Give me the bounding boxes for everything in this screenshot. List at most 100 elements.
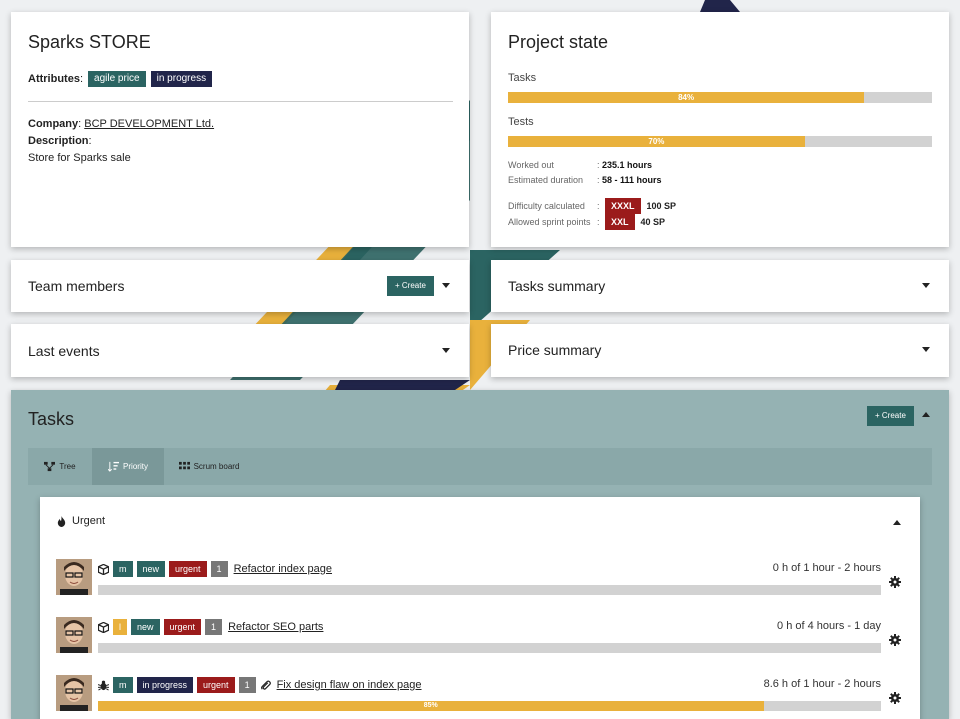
tasks-create-label: Create xyxy=(881,411,906,420)
company-label: Company xyxy=(28,118,79,130)
task-hours: 0 h of 4 hours - 1 day xyxy=(777,620,881,632)
price-summary-panel[interactable]: Price summary xyxy=(491,324,949,377)
task-row[interactable]: m new urgent 1 Refactor index page 0 h o… xyxy=(56,559,906,599)
urgent-group-header[interactable]: Urgent xyxy=(56,515,105,527)
tab-priority[interactable]: Priority xyxy=(92,448,164,485)
tabs-bar: Tree Priority Scrum board xyxy=(28,448,932,485)
size-badge: l xyxy=(113,619,127,635)
tasks-summary-panel[interactable]: Tasks summary xyxy=(491,260,949,312)
sort-icon xyxy=(108,461,120,472)
task-title-link[interactable]: Refactor SEO parts xyxy=(228,621,323,633)
task-row[interactable]: l new urgent 1 Refactor SEO parts 0 h of… xyxy=(56,617,906,657)
estimated-duration-colon: : xyxy=(597,175,600,185)
company-row: Company: BCP DEVELOPMENT Ltd. xyxy=(28,118,215,130)
attribute-badge-in-progress: in progress xyxy=(150,71,213,87)
sprint-points-colon: : xyxy=(597,217,600,227)
tab-scrum-board[interactable]: Scrum board xyxy=(164,448,254,485)
task-progress-bar: 85% xyxy=(98,701,881,711)
avatar xyxy=(56,559,92,595)
price-summary-title: Price summary xyxy=(508,342,602,358)
tasks-summary-title: Tasks summary xyxy=(508,278,606,294)
tests-progress-label: Tests xyxy=(508,116,534,128)
bug-icon xyxy=(98,680,109,691)
divider xyxy=(28,101,453,102)
task-progress-bar xyxy=(98,643,881,653)
priority-badge: urgent xyxy=(197,677,235,693)
worked-out-label: Worked out xyxy=(508,160,554,170)
chevron-down-icon[interactable] xyxy=(442,283,450,288)
avatar xyxy=(56,617,92,653)
worked-out-value: 235.1 hours xyxy=(602,160,653,170)
paperclip-icon xyxy=(260,680,271,690)
company-link[interactable]: BCP DEVELOPMENT Ltd. xyxy=(84,118,214,130)
count-badge: 1 xyxy=(210,561,228,577)
project-state-title: Project state xyxy=(508,32,609,52)
status-badge: new xyxy=(136,561,166,577)
sprint-points-value: XXL 40 SP xyxy=(605,214,665,230)
project-title: Sparks STORE xyxy=(28,32,151,52)
task-meta: m new urgent 1 Refactor index page xyxy=(98,561,332,577)
worked-out-colon: : xyxy=(597,160,600,170)
size-badge: m xyxy=(113,677,133,693)
project-state-card: Project state Tasks 84% Tests 70% Worked… xyxy=(491,12,949,247)
task-meta: l new urgent 1 Refactor SEO parts xyxy=(98,619,323,635)
tab-priority-label: Priority xyxy=(123,462,148,471)
tests-progress-fill: 70% xyxy=(508,136,805,147)
description-row: Description: xyxy=(28,135,92,147)
task-hours: 8.6 h of 1 hour - 2 hours xyxy=(763,678,881,690)
task-hours: 0 h of 1 hour - 2 hours xyxy=(772,562,881,574)
chevron-down-icon[interactable] xyxy=(922,347,930,352)
task-progress-fill: 85% xyxy=(98,701,764,711)
task-progress-bar xyxy=(98,585,881,595)
count-badge: 1 xyxy=(205,619,223,635)
priority-badge: urgent xyxy=(163,619,202,635)
attributes-label: Attributes xyxy=(28,73,80,85)
attribute-badge-agile-price: agile price xyxy=(88,71,146,87)
task-title-link[interactable]: Refactor index page xyxy=(234,563,332,575)
task-row[interactable]: m in progress urgent 1 Fix design flaw o… xyxy=(56,675,906,715)
tab-scrum-board-label: Scrum board xyxy=(193,462,240,471)
sprint-sp: 40 SP xyxy=(640,217,666,227)
priority-badge: urgent xyxy=(169,561,207,577)
avatar xyxy=(56,675,92,711)
size-badge: m xyxy=(113,561,133,577)
tab-tree[interactable]: Tree xyxy=(28,448,92,485)
team-create-button[interactable]: + Create xyxy=(387,276,434,296)
difficulty-colon: : xyxy=(597,201,600,211)
team-create-label: Create xyxy=(401,281,426,290)
tasks-progress-bar: 84% xyxy=(508,92,932,103)
estimated-duration-value: 58 - 111 hours xyxy=(602,175,662,185)
task-meta: m in progress urgent 1 Fix design flaw o… xyxy=(98,677,422,693)
difficulty-label: Difficulty calculated xyxy=(508,201,585,211)
project-card: Sparks STORE Attributes: agile price in … xyxy=(11,12,469,247)
chevron-up-icon[interactable] xyxy=(893,520,901,525)
gear-icon[interactable] xyxy=(889,634,901,646)
grid-icon xyxy=(178,461,190,470)
tasks-create-button[interactable]: + Create xyxy=(867,406,914,426)
chevron-down-icon[interactable] xyxy=(442,348,450,353)
package-icon xyxy=(98,621,109,633)
estimated-duration-label: Estimated duration xyxy=(508,175,584,185)
last-events-panel[interactable]: Last events xyxy=(11,324,469,377)
tree-icon xyxy=(44,461,56,472)
tasks-progress-label: Tasks xyxy=(508,72,537,84)
difficulty-size-badge: XXXL xyxy=(605,198,641,214)
team-members-title: Team members xyxy=(28,278,125,294)
chevron-up-icon[interactable] xyxy=(922,412,930,417)
status-badge: new xyxy=(131,619,160,635)
gear-icon[interactable] xyxy=(889,576,901,588)
difficulty-sp: 100 SP xyxy=(646,201,677,211)
gear-icon[interactable] xyxy=(889,692,901,704)
tasks-section-title: Tasks xyxy=(28,409,75,429)
task-title-link[interactable]: Fix design flaw on index page xyxy=(277,679,422,691)
last-events-title: Last events xyxy=(28,343,100,359)
tab-tree-label: Tree xyxy=(59,462,76,471)
sprint-size-badge: XXL xyxy=(605,214,635,230)
chevron-down-icon[interactable] xyxy=(922,283,930,288)
attributes-row: Attributes: agile price in progress xyxy=(28,71,213,87)
team-members-panel[interactable]: Team members + Create xyxy=(11,260,469,312)
package-icon xyxy=(98,563,109,575)
urgent-group-label: Urgent xyxy=(72,515,106,527)
fire-icon xyxy=(57,515,66,527)
tests-progress-bar: 70% xyxy=(508,136,932,147)
